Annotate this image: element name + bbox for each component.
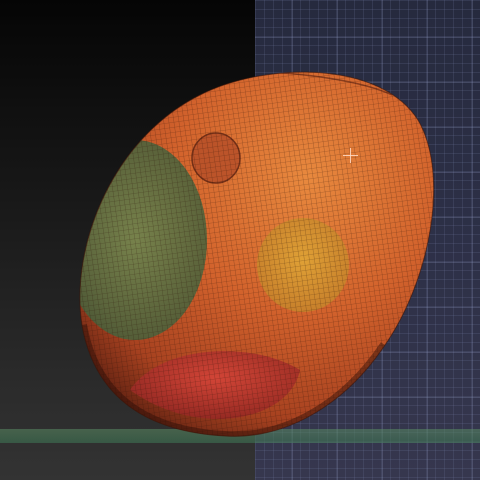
egg-surface: [79, 72, 434, 437]
3d-viewport[interactable]: [0, 0, 480, 480]
egg-mesh-model[interactable]: [0, 0, 480, 480]
crosshair-cursor-icon: [343, 148, 358, 163]
